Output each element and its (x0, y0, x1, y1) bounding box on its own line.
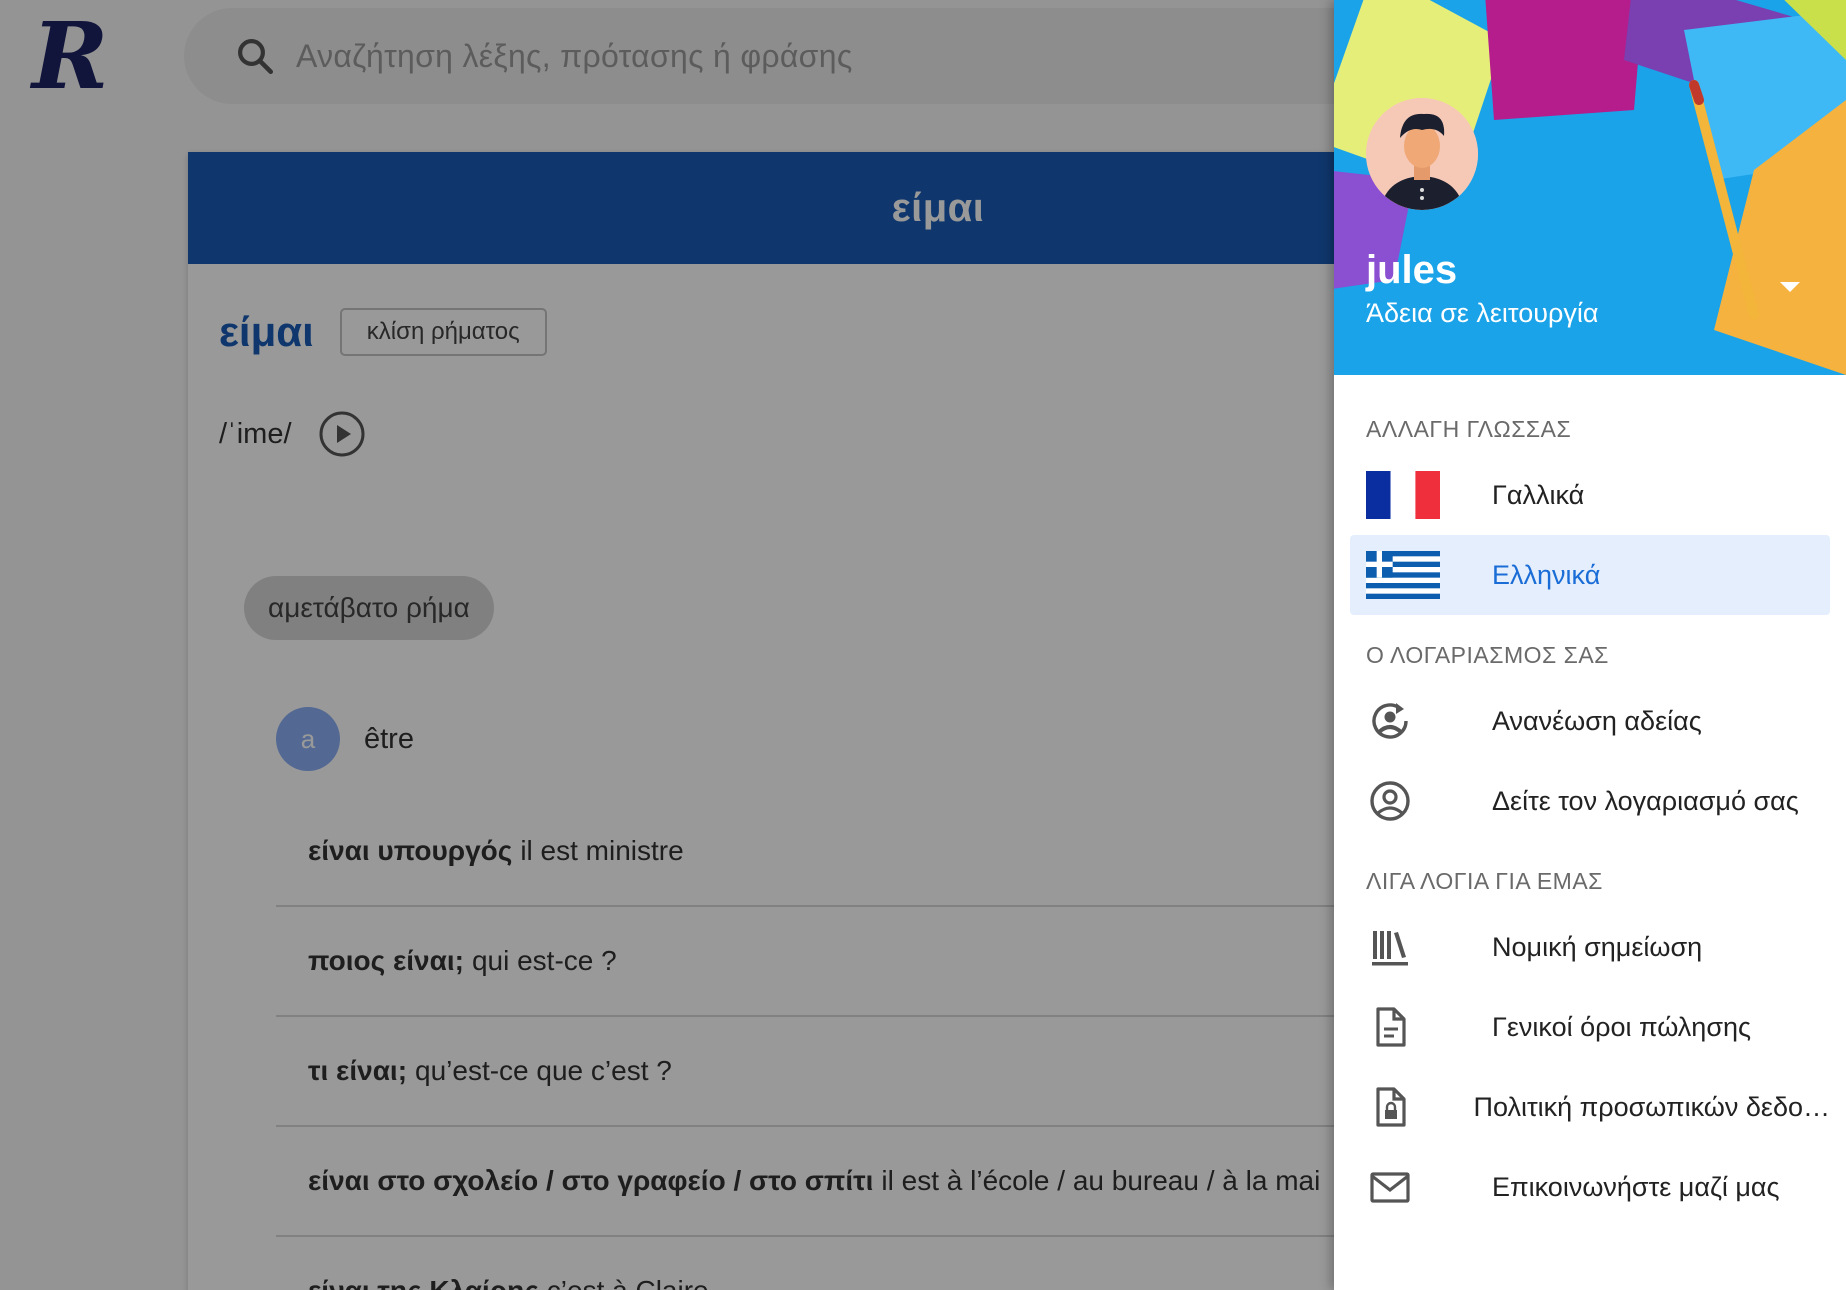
renew-license-icon (1366, 697, 1440, 745)
language-item-greek[interactable]: Ελληνικά (1350, 535, 1830, 615)
library-books-icon (1366, 923, 1440, 971)
menu-label: Γενικοί όροι πώλησης (1492, 1011, 1752, 1042)
drawer-header: jules Άδεια σε λειτουργία (1334, 0, 1846, 375)
user-status: Άδεια σε λειτουργία (1366, 298, 1599, 328)
menu-label: Νομική σημείωση (1492, 931, 1703, 962)
language-label: Ελληνικά (1492, 559, 1601, 590)
legal-notice-item[interactable]: Νομική σημείωση (1350, 907, 1830, 987)
user-name: jules (1366, 248, 1458, 292)
section-account: Ο ΛΟΓΑΡΙΑΣΜΟΣ ΣΑΣ (1366, 642, 1609, 668)
section-language: ΑΛΛΑΓΗ ΓΛΩΣΣΑΣ (1366, 416, 1572, 442)
document-lock-icon (1366, 1083, 1421, 1131)
menu-label: Δείτε τον λογαριασμό σας (1492, 785, 1799, 816)
user-avatar[interactable] (1366, 98, 1478, 210)
terms-of-sale-item[interactable]: Γενικοί όροι πώλησης (1350, 987, 1830, 1067)
flag-france-icon (1366, 471, 1440, 519)
document-icon (1366, 1003, 1440, 1051)
flag-greece-icon (1366, 551, 1440, 599)
menu-label: Πολιτική προσωπικών δεδο… (1473, 1091, 1830, 1122)
renew-license-item[interactable]: Ανανέωση αδείας (1350, 681, 1830, 761)
section-about: ΛΙΓΑ ΛΟΓΙΑ ΓΙΑ ΕΜΑΣ (1366, 868, 1603, 894)
account-circle-icon (1366, 777, 1440, 825)
privacy-policy-item[interactable]: Πολιτική προσωπικών δεδο… (1350, 1067, 1830, 1147)
view-account-item[interactable]: Δείτε τον λογαριασμό σας (1350, 761, 1830, 841)
mail-icon (1366, 1163, 1440, 1211)
contact-us-item[interactable]: Επικοινωνήστε μαζί μας (1350, 1147, 1830, 1227)
menu-label: Ανανέωση αδείας (1492, 705, 1702, 736)
menu-label: Επικοινωνήστε μαζί μας (1492, 1171, 1780, 1202)
language-label: Γαλλικά (1492, 479, 1585, 510)
navigation-drawer: jules Άδεια σε λειτουργία ΑΛΛΑΓΗ ΓΛΩΣΣΑΣ… (1334, 0, 1846, 1290)
language-item-french[interactable]: Γαλλικά (1350, 455, 1830, 535)
avatar-person-icon (1366, 98, 1478, 210)
account-dropdown-caret-icon[interactable] (1778, 280, 1802, 294)
